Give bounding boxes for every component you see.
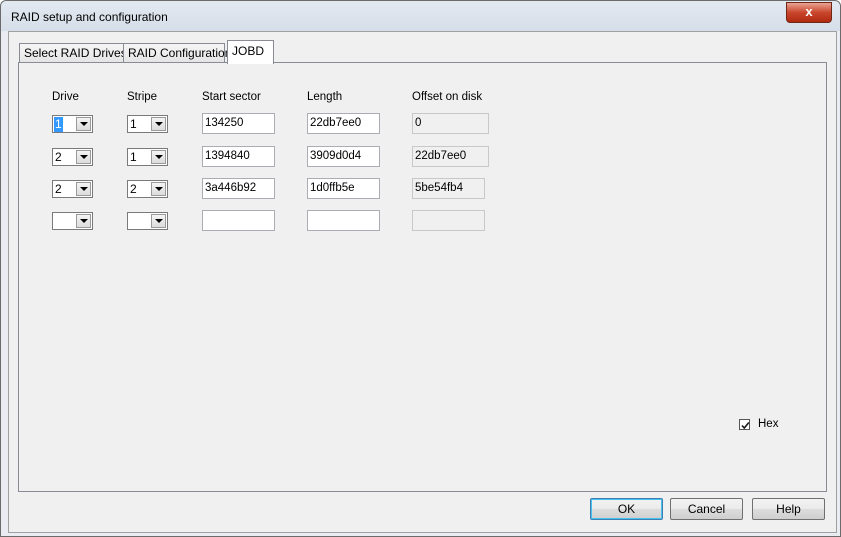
drive-select-row1[interactable]: 1	[52, 115, 93, 133]
length-input-row1[interactable]: 22db7ee0	[307, 113, 380, 134]
stripe-value: 1	[130, 117, 137, 131]
offset-field-row1: 0	[412, 113, 489, 134]
header-offset: Offset on disk	[412, 91, 483, 103]
tab-select-raid-drives[interactable]: Select RAID Drives	[19, 43, 127, 63]
drive-select-row3[interactable]: 2	[52, 180, 93, 198]
offset-field-row4	[412, 210, 485, 231]
header-stripe: Stripe	[127, 91, 158, 103]
drive-value: 1	[54, 117, 63, 132]
jobd-panel: Drive Stripe Start sector Length Offset …	[18, 62, 827, 492]
drive-select-row4[interactable]	[52, 212, 93, 230]
close-button[interactable]: x	[786, 2, 832, 23]
dialog-window: RAID setup and configuration x Select RA…	[0, 0, 841, 537]
drive-value: 2	[55, 182, 62, 196]
length-input-row2[interactable]: 3909d0d4	[307, 146, 380, 167]
stripe-select-row2[interactable]: 1	[127, 148, 168, 166]
hex-checkbox[interactable]	[739, 419, 750, 430]
tab-raid-configuration[interactable]: RAID Configuration	[123, 43, 231, 63]
chevron-down-icon[interactable]	[151, 182, 166, 196]
chevron-down-icon[interactable]	[76, 150, 91, 164]
chevron-down-icon[interactable]	[151, 117, 166, 131]
title-bar[interactable]: RAID setup and configuration x	[1, 1, 840, 31]
help-button[interactable]: Help	[752, 498, 825, 520]
tab-jobd[interactable]: JOBD	[227, 40, 274, 64]
start-sector-input-row2[interactable]: 1394840	[202, 146, 275, 167]
chevron-down-icon[interactable]	[76, 117, 91, 131]
dialog-client-area: Select RAID Drives RAID Configuration JO…	[8, 31, 837, 533]
close-icon: x	[805, 4, 813, 19]
chevron-down-icon[interactable]	[151, 150, 166, 164]
stripe-value: 2	[130, 182, 137, 196]
header-drive: Drive	[52, 91, 79, 103]
drive-select-row2[interactable]: 2	[52, 148, 93, 166]
offset-field-row2: 22db7ee0	[412, 146, 489, 167]
stripe-value: 1	[130, 150, 137, 164]
stripe-select-row4[interactable]	[127, 212, 168, 230]
ok-button[interactable]: OK	[590, 498, 663, 520]
checkmark-icon	[741, 421, 750, 430]
length-input-row4[interactable]	[307, 210, 380, 231]
hex-label[interactable]: Hex	[758, 418, 778, 430]
chevron-down-icon[interactable]	[151, 214, 166, 228]
chevron-down-icon[interactable]	[76, 182, 91, 196]
header-length: Length	[307, 91, 343, 103]
window-title: RAID setup and configuration	[11, 10, 168, 24]
stripe-select-row1[interactable]: 1	[127, 115, 168, 133]
stripe-select-row3[interactable]: 2	[127, 180, 168, 198]
start-sector-input-row4[interactable]	[202, 210, 275, 231]
offset-field-row3: 5be54fb4	[412, 178, 485, 199]
chevron-down-icon[interactable]	[76, 214, 91, 228]
length-input-row3[interactable]: 1d0ffb5e	[307, 178, 380, 199]
start-sector-input-row3[interactable]: 3a446b92	[202, 178, 275, 199]
cancel-button[interactable]: Cancel	[670, 498, 743, 520]
start-sector-input-row1[interactable]: 134250	[202, 113, 275, 134]
drive-value: 2	[55, 150, 62, 164]
header-start-sector: Start sector	[202, 91, 261, 103]
